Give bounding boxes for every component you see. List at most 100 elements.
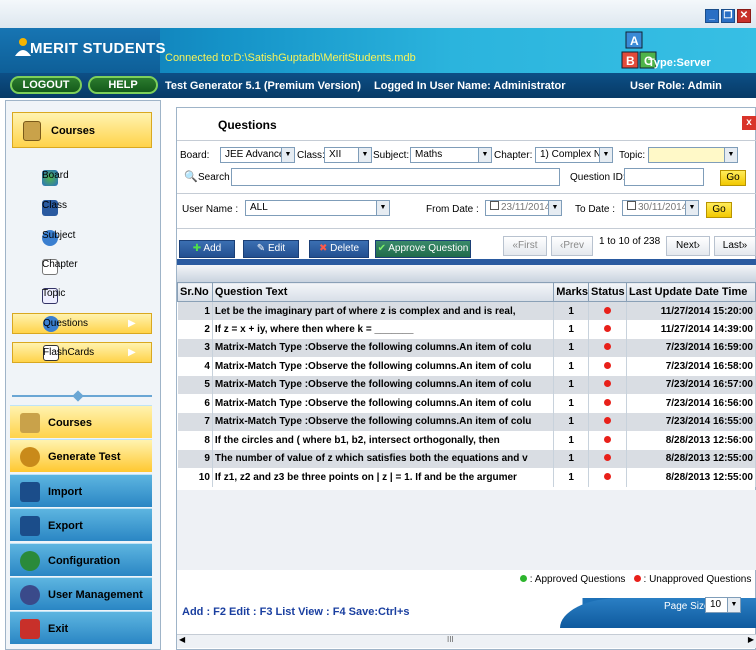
pager-last-button[interactable]: Last»: [714, 236, 756, 256]
date-go-button[interactable]: Go: [706, 202, 732, 218]
subject-label: Subject:: [373, 150, 410, 161]
table-row[interactable]: 2 If z = x + iy, where then where k = ___…: [177, 320, 756, 339]
question-id-label: Question ID:: [570, 172, 626, 183]
cell-marks: 1: [553, 320, 590, 339]
question-id-input[interactable]: [624, 168, 704, 186]
plus-icon: ✚: [192, 243, 204, 254]
divider: [177, 193, 756, 194]
subject-select[interactable]: Maths ▼: [410, 147, 492, 163]
tab-add[interactable]: ✚ Add: [179, 240, 235, 258]
username-select[interactable]: ALL ▼: [245, 200, 390, 216]
close-icon[interactable]: ✕: [737, 9, 751, 23]
exit-icon: [20, 619, 40, 639]
username-label: User Name :: [182, 204, 239, 215]
unapproved-status-icon: [604, 435, 612, 443]
chevron-right-icon: ›: [696, 240, 700, 251]
table-row[interactable]: 6 Matrix-Match Type :Observe the followin…: [177, 394, 756, 413]
pager-info: 1 to 10 of 238: [599, 236, 661, 247]
courses-icon: [20, 413, 40, 433]
col-status[interactable]: Status: [588, 282, 627, 302]
help-button[interactable]: HELP: [88, 76, 158, 94]
panel-close-icon[interactable]: x: [742, 116, 756, 130]
cell-question-text: Matrix-Match Type :Observe the following…: [212, 357, 555, 376]
col-marks[interactable]: Marks: [553, 282, 590, 302]
horizontal-scrollbar[interactable]: ◀ III ▶: [177, 634, 756, 648]
col-srno[interactable]: Sr.No: [177, 282, 213, 302]
cell-question-text: Matrix-Match Type :Observe the following…: [212, 394, 555, 413]
pager-prev-button[interactable]: ‹Prev: [551, 236, 593, 256]
sidebar-item-chapter[interactable]: Chapter: [12, 251, 152, 279]
cell-marks: 1: [553, 394, 590, 413]
sidebar-item-topic[interactable]: Topic: [12, 280, 152, 308]
table-row[interactable]: 3 Matrix-Match Type :Observe the followin…: [177, 338, 756, 357]
page-size-select[interactable]: 10 ▼: [705, 597, 741, 613]
col-last-update[interactable]: Last Update Date Time: [626, 282, 756, 302]
bottom-nav-export[interactable]: Export: [10, 508, 152, 541]
table-row[interactable]: 4 Matrix-Match Type :Observe the followin…: [177, 357, 756, 376]
unapproved-dot-icon: [633, 575, 641, 582]
bottom-nav-user-management[interactable]: User Management: [10, 577, 152, 610]
sidebar-item-flashcards[interactable]: FlashCards ▶: [12, 342, 152, 363]
scroll-left-icon[interactable]: ◀: [179, 635, 185, 644]
cell-question-text: If the circles and ( where b1, b2, inter…: [212, 431, 555, 450]
to-date-picker[interactable]: 30/11/2014 ▼: [622, 200, 699, 216]
cell-last-update: 7/23/2014 16:58:00: [626, 357, 756, 376]
tab-edit[interactable]: ✎ Edit: [243, 240, 299, 258]
table-row[interactable]: 9 The number of value of z which satisfie…: [177, 449, 756, 468]
logout-button[interactable]: LOGOUT: [10, 76, 82, 94]
cell-question-text: Let be the imaginary part of where z is …: [212, 301, 555, 320]
questions-table: Sr.No Question Text Marks Status Last Up…: [177, 282, 756, 487]
minimize-icon[interactable]: _: [705, 9, 719, 23]
search-input[interactable]: [231, 168, 560, 186]
cell-last-update: 7/23/2014 16:55:00: [626, 412, 756, 431]
class-select[interactable]: XII ▼: [324, 147, 372, 163]
scroll-right-icon[interactable]: ▶: [748, 635, 754, 644]
tab-delete[interactable]: ✖ Delete: [309, 240, 369, 258]
user-role: User Role: Admin: [630, 80, 722, 92]
table-row[interactable]: 8 If the circles and ( where b1, b2, inte…: [177, 431, 756, 450]
sidebar-item-questions[interactable]: Questions ▶: [12, 313, 152, 334]
bottom-nav-courses[interactable]: Courses: [10, 405, 152, 438]
pencil-icon: ✎: [256, 243, 268, 254]
sidebar-section-courses[interactable]: Courses: [12, 112, 152, 148]
to-date-label: To Date :: [575, 204, 616, 215]
cell-srno: 6: [177, 394, 213, 413]
checkbox-icon[interactable]: [627, 201, 636, 210]
cell-last-update: 11/27/2014 15:20:00: [626, 301, 756, 320]
table-row[interactable]: 10 If z1, z2 and z3 be three points on | …: [177, 468, 756, 487]
go-button[interactable]: Go: [720, 170, 746, 186]
chapter-select[interactable]: 1) Complex Nur ▼: [535, 147, 613, 163]
checkbox-icon[interactable]: [490, 201, 499, 210]
table-row[interactable]: 5 Matrix-Match Type :Observe the followin…: [177, 375, 756, 394]
col-question-text[interactable]: Question Text: [211, 282, 555, 302]
sidebar-item-subject[interactable]: Subject: [12, 222, 152, 250]
block-a: A: [630, 34, 639, 48]
board-select[interactable]: JEE Advance ▼: [220, 147, 295, 163]
sidebar-item-class[interactable]: Class: [12, 192, 152, 220]
cell-marks: 1: [553, 449, 590, 468]
db-connection-path: Connected to:D:\SatishGuptadb\MeritStude…: [165, 52, 416, 64]
cell-last-update: 11/27/2014 14:39:00: [626, 320, 756, 339]
cell-srno: 3: [177, 338, 213, 357]
bottom-nav-configuration[interactable]: Configuration: [10, 543, 152, 576]
cell-status: [588, 449, 627, 468]
pager-next-button[interactable]: Next›: [666, 236, 710, 256]
table-row[interactable]: 1 Let be the imaginary part of where z is…: [177, 301, 756, 320]
topic-select[interactable]: ▼: [648, 147, 738, 163]
pager-first-button[interactable]: «First: [503, 236, 547, 256]
restore-icon[interactable]: ❐: [721, 9, 735, 23]
cell-last-update: 8/28/2013 12:55:00: [626, 449, 756, 468]
from-date-picker[interactable]: 23/11/2014 ▼: [485, 200, 562, 216]
bottom-nav-import[interactable]: Import: [10, 474, 152, 507]
scroll-thumb-grip[interactable]: III: [447, 635, 454, 644]
sidebar-item-board[interactable]: Board: [12, 162, 152, 190]
cell-srno: 8: [177, 431, 213, 450]
tab-approve-question[interactable]: ✔ Approve Question: [375, 240, 471, 258]
bottom-nav-generate-test[interactable]: Generate Test: [10, 439, 152, 472]
table-row[interactable]: 7 Matrix-Match Type :Observe the followin…: [177, 412, 756, 431]
cell-last-update: 7/23/2014 16:56:00: [626, 394, 756, 413]
chevron-down-icon: ▼: [724, 148, 737, 162]
unapproved-status-icon: [604, 380, 612, 388]
bottom-nav-exit[interactable]: Exit: [10, 611, 152, 644]
app-version: Test Generator 5.1 (Premium Version): [165, 80, 362, 92]
